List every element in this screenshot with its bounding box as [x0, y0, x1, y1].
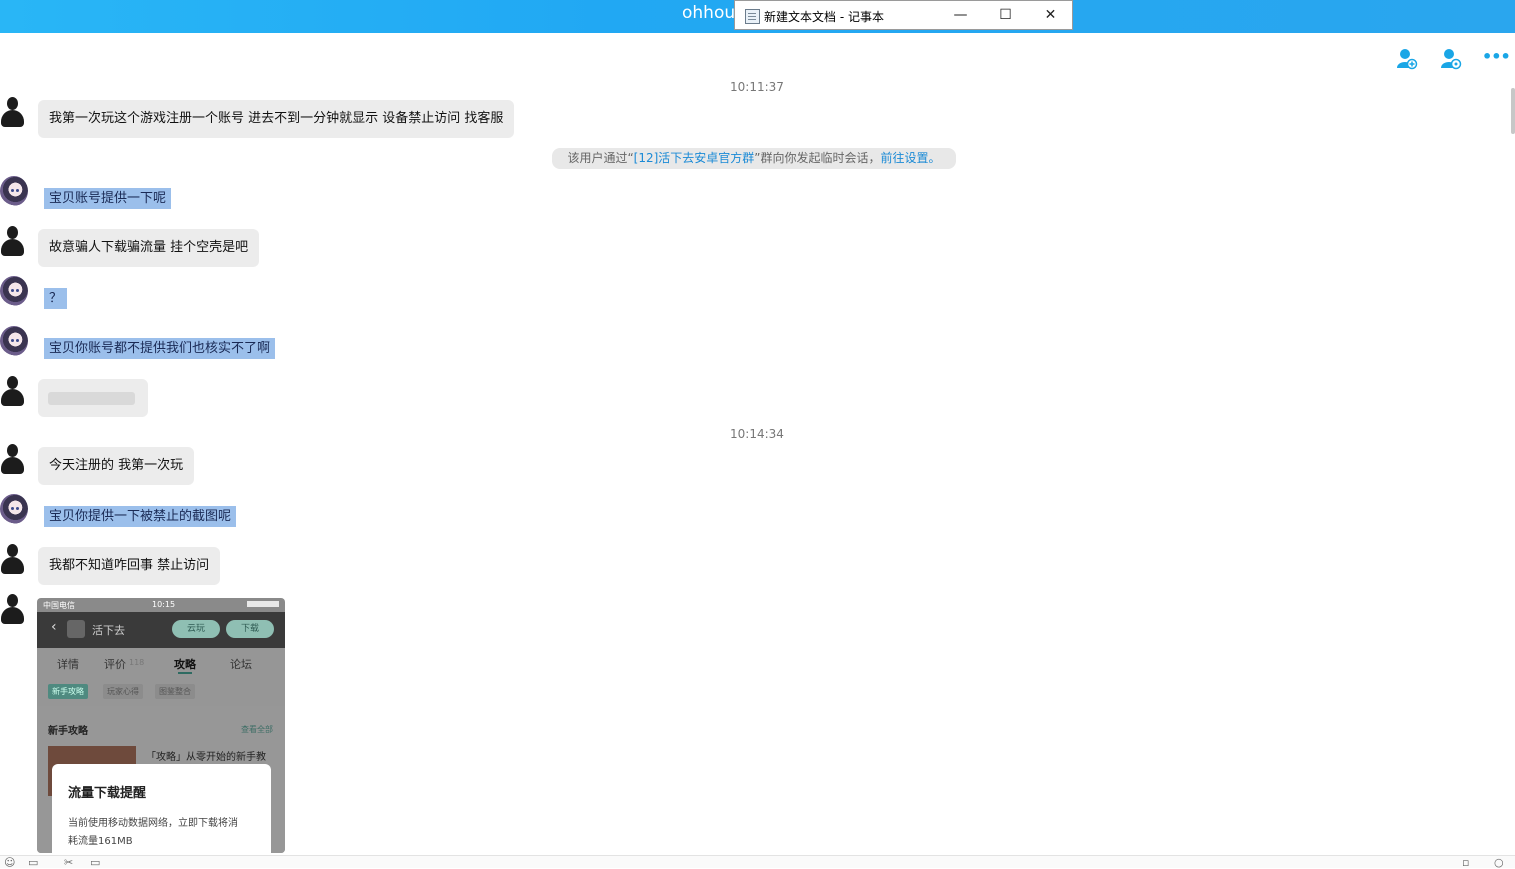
phone-time: 10:15 [152, 600, 176, 609]
cloud-play-button: 云玩 [172, 620, 220, 638]
message-bubble[interactable]: 宝贝账号提供一下呢 [44, 188, 172, 209]
game-name: 活下去 [92, 624, 125, 637]
message-bubble[interactable]: 故意骗人下载骗流量 挂个空壳是吧 [38, 229, 260, 267]
game-icon [67, 620, 85, 638]
message-bubble[interactable]: 今天注册的 我第一次玩 [38, 447, 195, 485]
agent-avatar[interactable] [0, 176, 28, 206]
game-header: ‹ 活下去 云玩 下载 [37, 612, 285, 648]
scrollbar-track[interactable] [1508, 78, 1515, 850]
tab-reviews: 评价 [104, 658, 126, 671]
phone-status-bar: 中国电信 10:15 [37, 598, 285, 612]
message-bubble[interactable]: ？ [44, 288, 68, 309]
notepad-icon [745, 9, 760, 24]
add-member-icon[interactable] [1396, 48, 1418, 70]
dialog-title: 流量下载提醒 [68, 786, 147, 801]
message-bubble[interactable]: 我都不知道咋回事 禁止访问 [38, 547, 221, 585]
member-settings-icon[interactable] [1440, 48, 1462, 70]
chip-experience: 玩家心得 [103, 684, 143, 699]
user-avatar[interactable] [0, 376, 26, 406]
tab-guides: 攻略 [174, 658, 196, 671]
notice-middle: ”群向你发起临时会话， [754, 151, 881, 165]
chip-newbie: 新手攻略 [48, 684, 88, 699]
user-avatar[interactable] [0, 594, 26, 624]
guide-chips: 新手攻略 玩家心得 图鉴整合 [37, 676, 285, 706]
message-bubble[interactable]: 宝贝你账号都不提供我们也核实不了啊 [44, 338, 276, 359]
notice-suffix: 。 [928, 151, 941, 165]
tab-details: 详情 [57, 658, 79, 671]
scrollbar-thumb[interactable] [1511, 88, 1515, 134]
user-avatar[interactable] [0, 544, 26, 574]
settings-link[interactable]: 前往设置 [881, 151, 929, 165]
notice-prefix: 该用户通过“ [567, 151, 634, 165]
active-tab-indicator [178, 672, 192, 674]
user-avatar[interactable] [0, 226, 26, 256]
maximize-button[interactable]: ☐ [983, 1, 1028, 30]
status-icons [247, 601, 279, 607]
download-button: 下载 [226, 620, 274, 638]
view-all-link: 查看全部 [241, 725, 273, 734]
message-bubble[interactable]: 我第一次玩这个游戏注册一个账号 进去不到一分钟就显示 设备禁止访问 找客服 [38, 100, 515, 138]
agent-avatar[interactable] [0, 276, 28, 306]
notepad-title: 新建文本文档 - 记事本 [764, 10, 884, 24]
game-tabs: 详情 评价 118 攻略 论坛 [37, 648, 285, 676]
section-title: 新手攻略 [48, 726, 88, 737]
timestamp: 10:11:37 [730, 80, 784, 94]
user-avatar[interactable] [0, 444, 26, 474]
group-link[interactable]: [12]活下去安卓官方群 [634, 151, 755, 165]
user-avatar[interactable] [0, 97, 26, 127]
more-icon[interactable]: ••• [1482, 46, 1511, 68]
chip-collection: 图鉴整合 [155, 684, 195, 699]
input-toolbar: ☺ ▭ ✂ ▭ ▫ ○ [0, 855, 1515, 868]
system-notice: 该用户通过“[12]活下去安卓官方群”群向你发起临时会话，前往设置。 [552, 148, 956, 169]
download-alert-dialog: 流量下载提醒 当前使用移动数据网络，立即下载将消 耗流量161MB [52, 764, 271, 853]
agent-avatar[interactable] [0, 326, 28, 356]
dialog-body-line-2: 耗流量161MB [68, 836, 133, 847]
article-title: 「攻略」从零开始的新手教 [146, 752, 266, 763]
agent-avatar[interactable] [0, 494, 28, 524]
close-button[interactable]: ✕ [1028, 1, 1073, 30]
redacted-content [48, 392, 135, 405]
review-count: 118 [129, 658, 145, 667]
notepad-window[interactable]: 新建文本文档 - 记事本 — ☐ ✕ [734, 0, 1073, 30]
minimize-button[interactable]: — [938, 1, 983, 30]
window-title: ohhou [682, 3, 736, 23]
message-image[interactable]: 中国电信 10:15 ‹ 活下去 云玩 下载 详情 评价 118 攻略 论坛 新… [37, 598, 285, 853]
back-icon: ‹ [51, 619, 57, 635]
dialog-body-line-1: 当前使用移动数据网络，立即下载将消 [68, 818, 238, 829]
timestamp: 10:14:34 [730, 427, 784, 441]
carrier-label: 中国电信 [43, 601, 75, 610]
tab-forum: 论坛 [230, 658, 252, 671]
message-bubble[interactable]: 宝贝你提供一下被禁止的截图呢 [44, 506, 237, 527]
